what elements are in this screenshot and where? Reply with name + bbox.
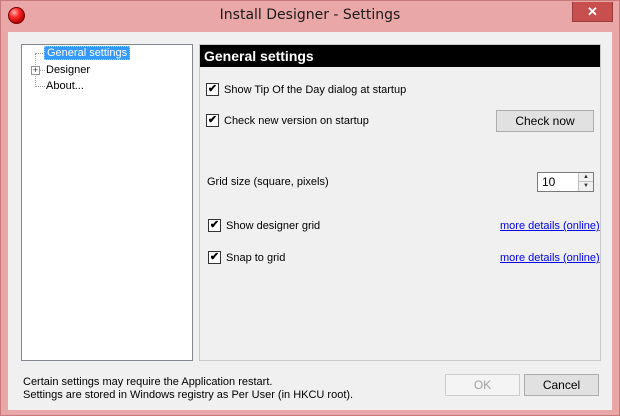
check-version-checkbox[interactable]: ✔ (206, 113, 219, 127)
tree-item-designer[interactable]: Designer (44, 63, 92, 79)
spin-up-arrow-icon[interactable]: ▲ (579, 173, 593, 182)
snap-grid-option[interactable]: ✔ Snap to grid (208, 249, 285, 267)
check-now-button[interactable]: Check now (496, 110, 594, 132)
check-version-label: Check new version on startup (224, 115, 369, 127)
check-icon: ✔ (207, 113, 218, 126)
settings-tree[interactable]: General settings + Designer About... (21, 44, 193, 361)
close-icon: ✕ (587, 4, 598, 19)
check-icon: ✔ (207, 82, 218, 95)
snap-grid-label: Snap to grid (226, 252, 286, 264)
cancel-button[interactable]: Cancel (524, 374, 599, 396)
settings-window: Install Designer - Settings ✕ General se… (0, 0, 620, 416)
tree-item-about[interactable]: About... (44, 79, 86, 95)
snap-grid-checkbox[interactable]: ✔ (208, 250, 221, 264)
grid-size-value[interactable]: 10 (542, 175, 555, 189)
snap-grid-details-link[interactable]: more details (online) (500, 252, 600, 264)
check-version-option[interactable]: ✔ Check new version on startup (206, 112, 369, 130)
spin-down-arrow-icon[interactable]: ▼ (579, 182, 593, 191)
registry-note: Settings are stored in Windows registry … (23, 389, 354, 401)
tree-item-label: General settings (44, 46, 131, 60)
grid-size-label: Grid size (square, pixels) (207, 176, 329, 188)
show-grid-checkbox[interactable]: ✔ (208, 218, 221, 232)
plus-icon: + (32, 65, 39, 75)
check-icon: ✔ (209, 250, 220, 263)
check-icon: ✔ (209, 218, 220, 231)
show-tip-checkbox[interactable]: ✔ (206, 82, 219, 96)
close-button[interactable]: ✕ (572, 2, 613, 22)
show-grid-label: Show designer grid (226, 220, 321, 232)
show-grid-option[interactable]: ✔ Show designer grid (208, 217, 320, 235)
tree-item-label: Designer (46, 64, 91, 76)
restart-note: Certain settings may require the Applica… (23, 376, 273, 388)
tree-item-label: About... (46, 80, 84, 92)
show-grid-details-link[interactable]: more details (online) (500, 220, 600, 232)
panel-title: General settings (200, 45, 600, 67)
expand-designer-toggle[interactable]: + (31, 66, 40, 75)
spinner-arrows: ▲ ▼ (578, 173, 593, 191)
dialog-body: General settings + Designer About... Gen… (8, 32, 612, 410)
show-tip-option[interactable]: ✔ Show Tip Of the Day dialog at startup (206, 81, 406, 99)
tree-item-general-settings[interactable]: General settings (44, 46, 131, 62)
window-title: Install Designer - Settings (219, 7, 401, 23)
general-settings-panel: General settings ✔ Show Tip Of the Day di… (199, 44, 601, 361)
grid-size-spinner[interactable]: 10 ▲ ▼ (537, 172, 594, 192)
ok-button[interactable]: OK (445, 374, 520, 396)
show-tip-label: Show Tip Of the Day dialog at startup (224, 84, 407, 96)
title-bar[interactable]: Install Designer - Settings ✕ (1, 1, 619, 32)
